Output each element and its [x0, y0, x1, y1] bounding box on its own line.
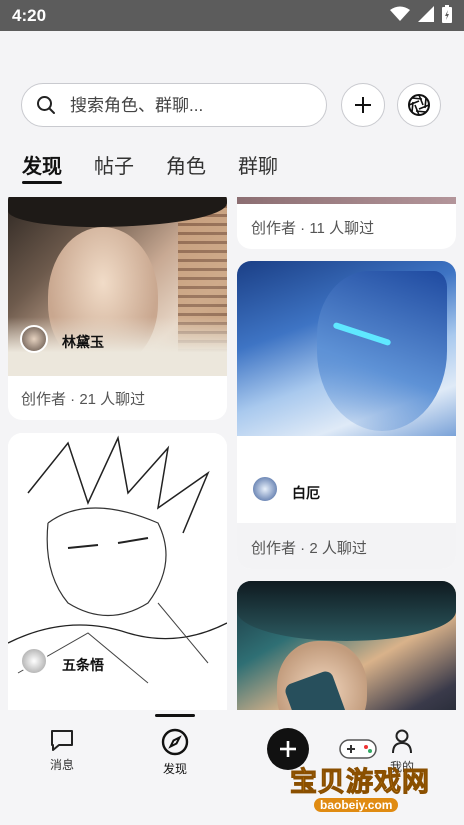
- tab-indicator: [22, 181, 62, 184]
- bottom-nav: 消息 发现 我的 宝贝游戏网 baobeiy.com: [0, 710, 464, 825]
- character-name: 白厄: [292, 485, 320, 501]
- status-time: 4:20: [12, 6, 47, 25]
- card-image: [237, 197, 456, 204]
- status-bar: 4:20: [0, 0, 464, 31]
- watermark-title: 宝贝游戏网: [290, 767, 430, 798]
- avatar: [20, 647, 48, 675]
- card-meta: 创作者 · 2 人聊过: [251, 540, 367, 557]
- character-card-baie[interactable]: 白厄 创作者 · 2 人聊过: [237, 261, 456, 569]
- character-card-wutiaowu[interactable]: 五条悟: [8, 433, 227, 710]
- character-name: 五条悟: [62, 657, 104, 673]
- battery-icon: [442, 5, 452, 23]
- card-image: [237, 581, 456, 710]
- character-card[interactable]: 创作者 · 11 人聊过: [237, 197, 456, 249]
- tab-posts[interactable]: 帖子: [94, 150, 134, 179]
- nav-indicator: [155, 714, 195, 717]
- avatar: [251, 475, 279, 503]
- nav-messages-label: 消息: [49, 758, 74, 772]
- tab-discover[interactable]: 发现: [22, 150, 62, 179]
- wifi-icon: [390, 6, 410, 21]
- header: 发现 帖子 角色 群聊: [0, 31, 464, 197]
- watermark: 宝贝游戏网 baobeiy.com: [284, 739, 444, 818]
- avatar: [20, 325, 48, 353]
- add-button[interactable]: [341, 83, 385, 127]
- aperture-icon: [408, 94, 430, 116]
- search-input[interactable]: [68, 93, 312, 119]
- plus-icon: [355, 97, 371, 113]
- card-meta: 创作者 · 21 人聊过: [21, 391, 146, 408]
- search-bar[interactable]: [21, 83, 327, 127]
- card-image: [237, 261, 456, 436]
- gamepad-icon: [339, 739, 377, 759]
- tab-characters[interactable]: 角色: [166, 150, 206, 179]
- tab-groups[interactable]: 群聊: [238, 150, 278, 179]
- character-name: 林黛玉: [62, 334, 104, 350]
- watermark-url: baobeiy.com: [314, 798, 399, 812]
- card-meta: 创作者 · 11 人聊过: [251, 220, 375, 237]
- character-card-lindaiyu[interactable]: 林黛玉 创作者 · 21 人聊过: [8, 197, 227, 420]
- nav-discover-label: 发现: [162, 762, 187, 776]
- compass-icon: [161, 728, 189, 756]
- signal-icon: [418, 6, 434, 22]
- nav-messages[interactable]: 消息: [32, 728, 92, 773]
- camera-shutter-button[interactable]: [397, 83, 441, 127]
- message-icon: [51, 730, 73, 751]
- search-icon: [37, 96, 55, 114]
- feed[interactable]: 创作者 · 11 人聊过 林黛玉 创作者 · 21 人聊过 白厄 创作者 · 2…: [0, 197, 464, 710]
- character-card[interactable]: [237, 581, 456, 710]
- tab-bar: 发现 帖子 角色 群聊: [0, 144, 464, 186]
- nav-discover[interactable]: 发现: [145, 728, 205, 777]
